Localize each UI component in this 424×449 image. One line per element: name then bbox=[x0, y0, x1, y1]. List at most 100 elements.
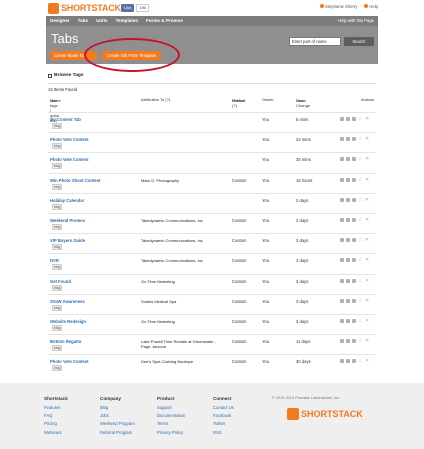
edit-icon[interactable] bbox=[340, 197, 344, 202]
tag-badge[interactable]: blog bbox=[52, 183, 63, 190]
edit-icon[interactable] bbox=[340, 359, 344, 364]
delete-icon[interactable]: ✕ bbox=[365, 359, 369, 364]
footer-link[interactable]: Terms bbox=[157, 421, 185, 426]
nav-item-designer[interactable]: Designer bbox=[50, 16, 70, 26]
copy-icon[interactable] bbox=[346, 217, 350, 222]
copy-icon[interactable] bbox=[346, 117, 350, 121]
tag-badge[interactable]: blog bbox=[52, 143, 63, 150]
preview-icon[interactable] bbox=[352, 217, 356, 222]
copy-icon[interactable] bbox=[346, 197, 350, 202]
preview-icon[interactable] bbox=[352, 117, 356, 121]
delete-icon[interactable]: ✕ bbox=[365, 238, 369, 243]
browse-tags-checkbox[interactable] bbox=[48, 73, 52, 78]
tab-name-link[interactable]: Bottom Regatta bbox=[50, 339, 81, 344]
copy-icon[interactable] bbox=[346, 298, 350, 303]
copy-icon[interactable] bbox=[346, 157, 350, 162]
delete-icon[interactable]: ✕ bbox=[365, 298, 369, 303]
tag-badge[interactable]: blog bbox=[52, 223, 63, 230]
copy-icon[interactable] bbox=[346, 137, 350, 142]
footer-link[interactable]: Pricing bbox=[44, 421, 68, 426]
preview-icon[interactable] bbox=[352, 318, 356, 323]
tab-name-link[interactable]: Weekend Promos bbox=[50, 218, 85, 223]
star-icon[interactable]: ☆ bbox=[358, 177, 363, 182]
help-with-page-link[interactable]: Help with this Page bbox=[338, 16, 374, 26]
edit-icon[interactable] bbox=[340, 177, 344, 182]
preview-icon[interactable] bbox=[352, 258, 356, 263]
tab-name-link[interactable]: SVaW Awareness bbox=[50, 299, 85, 304]
footer-link[interactable]: FAQ bbox=[44, 413, 68, 418]
delete-icon[interactable]: ✕ bbox=[365, 157, 369, 162]
edit-icon[interactable] bbox=[340, 298, 344, 303]
help-link[interactable]: Help bbox=[364, 4, 378, 9]
star-icon[interactable]: ☆ bbox=[358, 339, 363, 344]
tag-badge[interactable]: blog bbox=[52, 244, 63, 251]
tag-badge[interactable]: blog bbox=[52, 345, 63, 352]
edit-icon[interactable] bbox=[340, 238, 344, 243]
edit-icon[interactable] bbox=[340, 217, 344, 222]
footer-link[interactable]: Contact Us bbox=[213, 405, 234, 410]
copy-icon[interactable] bbox=[346, 318, 350, 323]
tag-badge[interactable]: blog bbox=[52, 163, 63, 170]
star-icon[interactable]: ☆ bbox=[358, 258, 363, 263]
facebook-like-button[interactable]: Like bbox=[121, 4, 135, 12]
tab-name-link[interactable]: VIP Buyers Guide bbox=[50, 238, 85, 243]
preview-icon[interactable] bbox=[352, 177, 356, 182]
nav-item-tabs[interactable]: Tabs bbox=[78, 16, 88, 26]
preview-icon[interactable] bbox=[352, 359, 356, 364]
copy-icon[interactable] bbox=[346, 238, 350, 243]
preview-icon[interactable] bbox=[352, 137, 356, 142]
delete-icon[interactable]: ✕ bbox=[365, 217, 369, 222]
edit-icon[interactable] bbox=[340, 318, 344, 323]
preview-icon[interactable] bbox=[352, 197, 356, 202]
browse-tags-toggle[interactable]: Browse Tags bbox=[48, 73, 84, 78]
tab-name-link[interactable]: Win Photo Shoot Contest bbox=[50, 178, 100, 183]
nav-item-forms-promos[interactable]: Forms & Promos bbox=[146, 16, 183, 26]
copy-icon[interactable] bbox=[346, 359, 350, 364]
tab-name-link[interactable]: Holiday Calendar bbox=[50, 198, 84, 203]
footer-link[interactable]: Jobs bbox=[100, 413, 135, 418]
footer-link[interactable]: Webinars bbox=[44, 430, 68, 435]
delete-icon[interactable]: ✕ bbox=[365, 177, 369, 182]
edit-icon[interactable] bbox=[340, 117, 344, 121]
footer-link[interactable]: Weekend Program bbox=[100, 421, 135, 426]
delete-icon[interactable]: ✕ bbox=[365, 278, 369, 283]
col-attribution-header[interactable]: Attribution To (?) bbox=[141, 97, 170, 102]
star-icon[interactable]: ☆ bbox=[358, 238, 363, 243]
delete-icon[interactable]: ✕ bbox=[365, 197, 369, 202]
footer-link[interactable]: Referral Program bbox=[100, 430, 135, 435]
footer-link[interactable]: Documentation bbox=[157, 413, 185, 418]
search-button[interactable]: Search bbox=[344, 37, 374, 46]
edit-icon[interactable] bbox=[340, 339, 344, 344]
edit-icon[interactable] bbox=[340, 258, 344, 263]
preview-icon[interactable] bbox=[352, 157, 356, 162]
preview-icon[interactable] bbox=[352, 278, 356, 283]
tag-badge[interactable]: blog bbox=[52, 365, 63, 372]
tab-name-link[interactable]: Photo Vote Contest bbox=[50, 359, 89, 364]
tab-name-link[interactable]: My Contest Tab bbox=[50, 117, 81, 122]
tab-name-link[interactable]: Photo Vote Contest bbox=[50, 157, 89, 162]
footer-link[interactable]: RSS bbox=[213, 430, 234, 435]
star-icon[interactable]: ☆ bbox=[358, 359, 363, 364]
star-icon[interactable]: ☆ bbox=[358, 197, 363, 202]
delete-icon[interactable]: ✕ bbox=[365, 318, 369, 323]
footer-link[interactable]: Blog bbox=[100, 405, 135, 410]
copy-icon[interactable] bbox=[346, 258, 350, 263]
delete-icon[interactable]: ✕ bbox=[365, 339, 369, 344]
copy-icon[interactable] bbox=[346, 177, 350, 182]
delete-icon[interactable]: ✕ bbox=[365, 258, 369, 263]
preview-icon[interactable] bbox=[352, 298, 356, 303]
tag-badge[interactable]: blog bbox=[52, 264, 63, 271]
star-icon[interactable]: ☆ bbox=[358, 298, 363, 303]
footer-link[interactable]: Privacy Policy bbox=[157, 430, 185, 435]
tab-name-link[interactable]: DVR bbox=[50, 258, 59, 263]
tag-badge[interactable]: blog bbox=[52, 304, 63, 311]
tag-badge[interactable]: blog bbox=[52, 203, 63, 210]
star-icon[interactable]: ☆ bbox=[358, 117, 363, 122]
nav-item-units[interactable]: Units bbox=[96, 16, 107, 26]
star-icon[interactable]: ☆ bbox=[358, 217, 363, 222]
user-menu[interactable]: Stephanie Sherry bbox=[320, 4, 357, 9]
tab-name-link[interactable]: Website Redesign bbox=[50, 319, 86, 324]
star-icon[interactable]: ☆ bbox=[358, 278, 363, 283]
copy-icon[interactable] bbox=[346, 339, 350, 344]
star-icon[interactable]: ☆ bbox=[358, 157, 363, 162]
